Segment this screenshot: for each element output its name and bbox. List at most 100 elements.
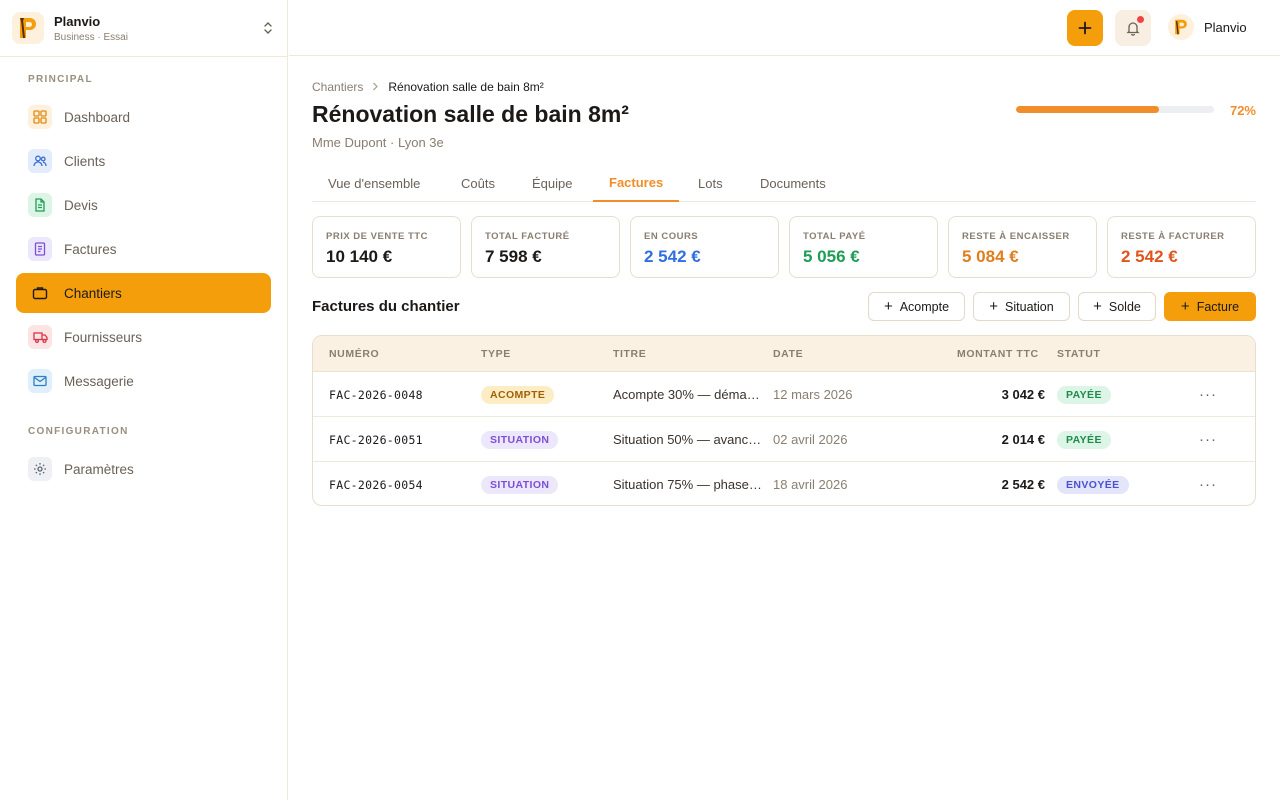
plus-icon: + bbox=[883, 298, 893, 315]
add-solde-button[interactable]: + Solde bbox=[1078, 292, 1156, 321]
invoice-date: 02 avril 2026 bbox=[773, 432, 848, 447]
section-label-configuration: CONFIGURATION bbox=[28, 426, 129, 437]
sidebar-item-devis[interactable]: Devis bbox=[16, 185, 271, 225]
tab-bar: Vue d'ensemble Coûts Équipe Factures Lot… bbox=[312, 164, 1256, 202]
breadcrumb-link-chantiers[interactable]: Chantiers bbox=[312, 80, 363, 94]
avatar bbox=[1168, 14, 1194, 40]
workspace-switcher[interactable]: Planvio Business · Essai bbox=[0, 0, 287, 57]
kpi-label: TOTAL FACTURÉ bbox=[485, 231, 570, 242]
tab-equipe[interactable]: Équipe bbox=[516, 164, 588, 202]
type-badge: SITUATION bbox=[481, 430, 559, 449]
kpi-value: 2 542 € bbox=[1121, 247, 1178, 266]
sidebar-item-label: Fournisseurs bbox=[64, 329, 143, 345]
invoice-number[interactable]: FAC-2026-0051 bbox=[329, 417, 423, 462]
invoice-date: 18 avril 2026 bbox=[773, 477, 848, 492]
kpi-label: RESTE À FACTURER bbox=[1121, 231, 1225, 242]
progress-fill bbox=[1016, 106, 1159, 113]
chevron-updown-icon[interactable] bbox=[261, 21, 275, 35]
sidebar-item-label: Dashboard bbox=[64, 109, 131, 125]
kpi-label: EN COURS bbox=[644, 231, 699, 242]
kpi-card-total-paye: TOTAL PAYÉ 5 056 € bbox=[789, 216, 938, 278]
tab-factures[interactable]: Factures bbox=[593, 164, 680, 202]
invoice-title: Situation 50% — avancement des travaux bbox=[613, 432, 763, 447]
plus-icon: + bbox=[989, 298, 999, 315]
add-facture-button[interactable]: + Facture bbox=[1164, 292, 1256, 321]
type-badge: SITUATION bbox=[481, 475, 559, 494]
tab-couts[interactable]: Coûts bbox=[445, 164, 511, 202]
status-badge: PAYÉE bbox=[1057, 430, 1111, 449]
invoices-table: NUMÉRO TYPE TITRE DATE MONTANT TTC STATU… bbox=[312, 335, 1256, 506]
briefcase-icon bbox=[28, 281, 52, 305]
type-badge: ACOMPTE bbox=[481, 385, 555, 404]
invoice-amount: 2 014 € bbox=[1001, 432, 1045, 447]
sidebar: Planvio Business · Essai PRINCIPAL Dashb… bbox=[0, 0, 288, 800]
sidebar-item-messagerie[interactable]: Messagerie bbox=[16, 361, 271, 401]
truck-icon bbox=[28, 325, 52, 349]
table-row[interactable]: FAC-2026-0051 SITUATION Situation 50% — … bbox=[313, 417, 1255, 462]
plus-icon: + bbox=[1093, 298, 1102, 315]
button-label: Situation bbox=[1005, 299, 1054, 314]
status-badge: ENVOYÉE bbox=[1057, 475, 1129, 494]
page-subtitle: Mme Dupont · Lyon 3e bbox=[312, 135, 444, 150]
kpi-value: 5 084 € bbox=[962, 247, 1019, 266]
status-badge: PAYÉE bbox=[1057, 385, 1111, 404]
more-actions-icon[interactable]: ··· bbox=[1199, 462, 1217, 505]
more-actions-icon[interactable]: ··· bbox=[1199, 372, 1217, 417]
button-label: Facture bbox=[1196, 299, 1240, 314]
invoice-number[interactable]: FAC-2026-0054 bbox=[329, 462, 423, 505]
sidebar-item-label: Clients bbox=[64, 153, 106, 169]
plus-icon bbox=[1078, 21, 1092, 35]
breadcrumb-current: Rénovation salle de bain 8m² bbox=[388, 80, 544, 94]
kpi-card-en-cours: EN COURS 2 542 € bbox=[630, 216, 779, 278]
tab-lots[interactable]: Lots bbox=[682, 164, 739, 202]
table-row[interactable]: FAC-2026-0048 ACOMPTE Acompte 30% — déma… bbox=[313, 372, 1255, 417]
breadcrumb: Chantiers Rénovation salle de bain 8m² bbox=[312, 80, 544, 94]
section-label-principal: PRINCIPAL bbox=[28, 74, 93, 85]
progress-bar bbox=[1016, 106, 1214, 113]
kpi-card-reste-encaisser: RESTE À ENCAISSER 5 084 € bbox=[948, 216, 1097, 278]
add-acompte-button[interactable]: + Acompte bbox=[868, 292, 965, 321]
invoice-icon bbox=[28, 237, 52, 261]
quick-add-button[interactable] bbox=[1067, 10, 1103, 46]
grid-icon bbox=[28, 105, 52, 129]
gear-icon bbox=[28, 457, 52, 481]
notifications-button[interactable] bbox=[1115, 10, 1151, 46]
invoice-title: Situation 75% — phase de finitions bbox=[613, 477, 763, 492]
kpi-card-total-facture: TOTAL FACTURÉ 7 598 € bbox=[471, 216, 620, 278]
tab-vue-ensemble[interactable]: Vue d'ensemble bbox=[312, 164, 436, 202]
kpi-value: 5 056 € bbox=[803, 247, 860, 266]
kpi-label: RESTE À ENCAISSER bbox=[962, 231, 1070, 242]
sidebar-item-factures[interactable]: Factures bbox=[16, 229, 271, 269]
sidebar-item-clients[interactable]: Clients bbox=[16, 141, 271, 181]
planvio-logo-icon bbox=[12, 12, 44, 44]
column-header-statut: STATUT bbox=[1057, 348, 1101, 360]
notification-dot bbox=[1137, 16, 1144, 23]
kpi-card-reste-facturer: RESTE À FACTURER 2 542 € bbox=[1107, 216, 1256, 278]
sidebar-item-parametres[interactable]: Paramètres bbox=[16, 449, 271, 489]
button-label: Solde bbox=[1108, 299, 1141, 314]
sidebar-item-dashboard[interactable]: Dashboard bbox=[16, 97, 271, 137]
sidebar-item-fournisseurs[interactable]: Fournisseurs bbox=[16, 317, 271, 357]
sidebar-item-label: Messagerie bbox=[64, 373, 134, 389]
sidebar-item-chantiers[interactable]: Chantiers bbox=[16, 273, 271, 313]
table-header: NUMÉRO TYPE TITRE DATE MONTANT TTC STATU… bbox=[313, 336, 1255, 372]
column-header-date: DATE bbox=[773, 348, 804, 360]
kpi-card-prix-vente: PRIX DE VENTE TTC 10 140 € bbox=[312, 216, 461, 278]
add-situation-button[interactable]: + Situation bbox=[973, 292, 1070, 321]
invoice-amount: 2 542 € bbox=[1001, 477, 1045, 492]
tab-documents[interactable]: Documents bbox=[744, 164, 842, 202]
invoice-number[interactable]: FAC-2026-0048 bbox=[329, 372, 423, 417]
more-actions-icon[interactable]: ··· bbox=[1199, 417, 1217, 462]
kpi-label: TOTAL PAYÉ bbox=[803, 231, 866, 242]
kpi-value: 7 598 € bbox=[485, 247, 542, 266]
kpi-value: 2 542 € bbox=[644, 247, 701, 266]
invoice-amount: 3 042 € bbox=[1001, 387, 1045, 402]
user-menu[interactable]: Planvio bbox=[1168, 14, 1247, 40]
sidebar-item-label: Factures bbox=[64, 241, 117, 257]
workspace-name: Planvio bbox=[54, 13, 101, 29]
column-header-numero: NUMÉRO bbox=[329, 348, 380, 360]
chevron-right-icon bbox=[372, 80, 379, 94]
table-row[interactable]: FAC-2026-0054 SITUATION Situation 75% — … bbox=[313, 462, 1255, 505]
sidebar-item-label: Paramètres bbox=[64, 461, 134, 477]
progress-percent: 72% bbox=[1229, 103, 1256, 118]
